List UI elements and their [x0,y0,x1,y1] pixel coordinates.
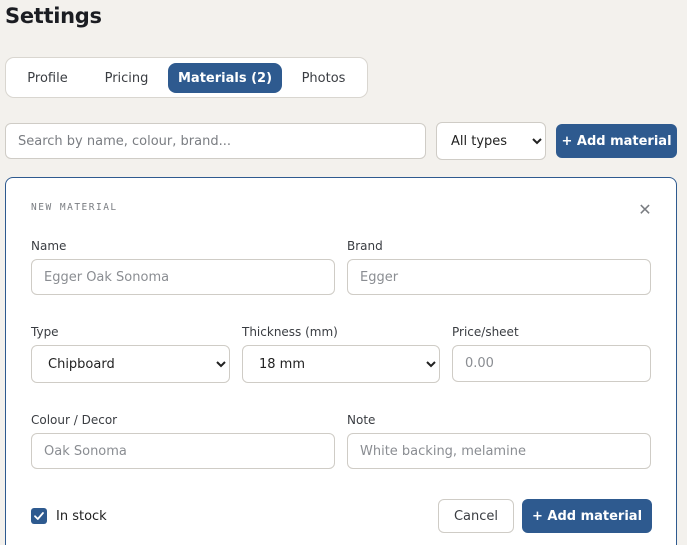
type-select[interactable]: Chipboard [31,345,230,383]
brand-label: Brand [347,239,383,253]
page-title: Settings [5,4,102,28]
add-material-button[interactable]: + Add material [556,124,677,158]
type-label: Type [31,325,59,339]
name-input[interactable] [31,259,335,295]
price-input[interactable] [452,345,651,382]
close-icon[interactable]: ✕ [636,200,654,219]
thickness-select[interactable]: 18 mm [242,345,440,383]
tab-profile[interactable]: Profile [10,63,85,93]
type-filter-select[interactable]: All types [436,122,546,160]
tab-materials[interactable]: Materials (2) [168,63,282,93]
cancel-button[interactable]: Cancel [438,499,514,533]
note-input[interactable] [347,433,651,469]
new-material-panel: NEW MATERIAL ✕ Name Brand Type Chipboard… [5,177,677,545]
in-stock-checkbox[interactable] [31,508,47,524]
note-label: Note [347,413,376,427]
colour-label: Colour / Decor [31,413,118,427]
in-stock-toggle[interactable]: In stock [31,508,107,524]
thickness-label: Thickness (mm) [242,325,338,339]
name-label: Name [31,239,67,253]
price-label: Price/sheet [452,325,519,339]
colour-input[interactable] [31,433,335,469]
tab-photos[interactable]: Photos [286,63,361,93]
panel-title: NEW MATERIAL [31,202,118,213]
tab-pricing[interactable]: Pricing [89,63,164,93]
search-input[interactable] [5,123,426,159]
settings-tabs: Profile Pricing Materials (2) Photos [5,57,368,98]
brand-input[interactable] [347,259,651,295]
in-stock-label: In stock [56,508,107,524]
submit-material-button[interactable]: + Add material [522,499,652,533]
check-icon [34,512,44,520]
